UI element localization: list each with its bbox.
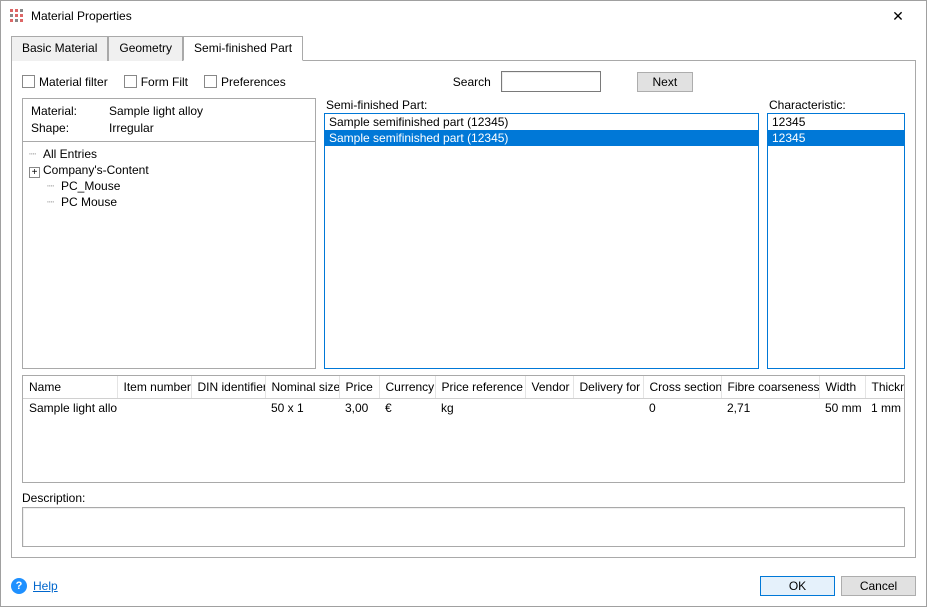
tree-item-pc-mouse-2[interactable]: ┈PC Mouse [29, 194, 309, 210]
col-fibre[interactable]: Fibre coarseness [721, 376, 819, 399]
expand-icon[interactable]: + [29, 167, 40, 178]
col-price[interactable]: Price [339, 376, 379, 399]
form-filt-checkbox[interactable]: Form Filt [124, 75, 188, 89]
description-area: Description: [22, 489, 905, 547]
cell-thickness: 1 mm [865, 399, 905, 418]
tab-basic-material[interactable]: Basic Material [11, 36, 108, 61]
cancel-button[interactable]: Cancel [841, 576, 916, 596]
window-title: Material Properties [31, 9, 878, 23]
material-properties-window: Material Properties ✕ Basic Material Geo… [0, 0, 927, 607]
tree-item-company-content[interactable]: +Company's-Content [29, 162, 309, 178]
cell-width: 50 mm [819, 399, 865, 418]
close-button[interactable]: ✕ [878, 8, 918, 25]
cell-price-ref: kg [435, 399, 525, 418]
cell-vendor [525, 399, 573, 418]
middle-column: Semi-finished Part: Sample semifinished … [324, 98, 759, 369]
dialog-footer: ? Help OK Cancel [1, 568, 926, 606]
col-delivery[interactable]: Delivery for [573, 376, 643, 399]
description-box[interactable] [22, 507, 905, 547]
cell-price: 3,00 [339, 399, 379, 418]
right-column: Characteristic: 12345 12345 [767, 98, 905, 369]
cell-item-number [117, 399, 191, 418]
table-header-row: Name Item number DIN identifier Nominal … [23, 376, 905, 399]
cell-delivery [573, 399, 643, 418]
col-din[interactable]: DIN identifier [191, 376, 265, 399]
list-item[interactable]: Sample semifinished part (12345) [325, 114, 758, 130]
cell-name: Sample light alloy [23, 399, 117, 418]
material-label: Material: [31, 104, 101, 118]
details-table-container: Name Item number DIN identifier Nominal … [22, 375, 905, 483]
help-icon[interactable]: ? [11, 578, 27, 594]
semi-finished-part-list[interactable]: Sample semifinished part (12345) Sample … [324, 113, 759, 369]
tab-semi-finished-part[interactable]: Semi-finished Part [183, 36, 303, 61]
details-table: Name Item number DIN identifier Nominal … [23, 376, 905, 417]
next-button[interactable]: Next [637, 72, 693, 92]
content-area: Basic Material Geometry Semi-finished Pa… [1, 31, 926, 568]
app-icon [9, 8, 25, 24]
tab-panel: Material filter Form Filt Preferences Se… [11, 61, 916, 558]
list-item[interactable]: 12345 [768, 114, 904, 130]
col-item-number[interactable]: Item number [117, 376, 191, 399]
material-value: Sample light alloy [109, 104, 203, 118]
preferences-label: Preferences [221, 75, 286, 89]
titlebar: Material Properties ✕ [1, 1, 926, 31]
col-price-ref[interactable]: Price reference [435, 376, 525, 399]
tab-geometry[interactable]: Geometry [108, 36, 183, 61]
material-info-box: Material: Sample light alloy Shape: Irregu… [22, 98, 316, 142]
cell-cross: 0 [643, 399, 721, 418]
cell-nominal: 50 x 1 [265, 399, 339, 418]
shape-value: Irregular [109, 121, 154, 135]
col-nominal[interactable]: Nominal size [265, 376, 339, 399]
characteristic-label: Characteristic: [767, 98, 905, 113]
shape-label: Shape: [31, 121, 101, 135]
help-link[interactable]: Help [33, 579, 58, 593]
material-filter-checkbox[interactable]: Material filter [22, 75, 108, 89]
search-input[interactable] [501, 71, 601, 92]
semi-finished-part-label: Semi-finished Part: [324, 98, 759, 113]
col-width[interactable]: Width [819, 376, 865, 399]
tree-item-pc-mouse-1[interactable]: ┈PC_Mouse [29, 178, 309, 194]
middle-area: Material: Sample light alloy Shape: Irregu… [22, 98, 905, 369]
col-vendor[interactable]: Vendor [525, 376, 573, 399]
col-cross[interactable]: Cross section [643, 376, 721, 399]
ok-button[interactable]: OK [760, 576, 835, 596]
col-currency[interactable]: Currency [379, 376, 435, 399]
list-item[interactable]: 12345 [768, 130, 904, 146]
list-item[interactable]: Sample semifinished part (12345) [325, 130, 758, 146]
left-column: Material: Sample light alloy Shape: Irregu… [22, 98, 316, 369]
cell-currency: € [379, 399, 435, 418]
tab-strip: Basic Material Geometry Semi-finished Pa… [11, 35, 916, 61]
col-name[interactable]: Name [23, 376, 117, 399]
cell-fibre: 2,71 [721, 399, 819, 418]
search-label: Search [453, 75, 491, 89]
table-row[interactable]: Sample light alloy 50 x 1 3,00 € kg 0 2,… [23, 399, 905, 418]
material-filter-label: Material filter [39, 75, 108, 89]
form-filt-label: Form Filt [141, 75, 188, 89]
col-thickness[interactable]: Thickness [865, 376, 905, 399]
cell-din [191, 399, 265, 418]
characteristic-list[interactable]: 12345 12345 [767, 113, 905, 369]
tree-item-all-entries[interactable]: ┈All Entries [29, 146, 309, 162]
filter-row: Material filter Form Filt Preferences Se… [22, 71, 905, 92]
category-tree[interactable]: ┈All Entries +Company's-Content ┈PC_Mous… [22, 141, 316, 369]
description-label: Description: [22, 489, 905, 507]
preferences-checkbox[interactable]: Preferences [204, 75, 286, 89]
